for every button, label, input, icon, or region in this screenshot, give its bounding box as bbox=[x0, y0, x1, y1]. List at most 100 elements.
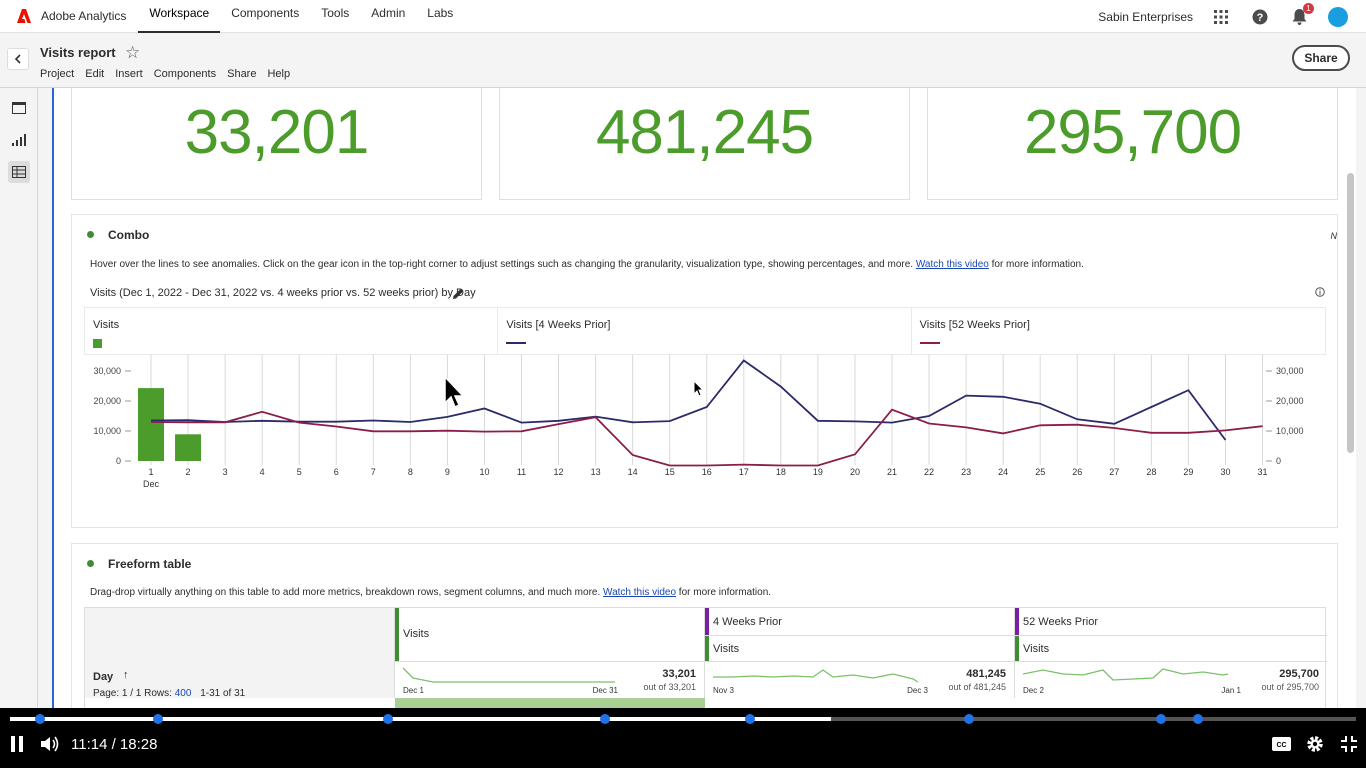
column-total: 481,245 bbox=[966, 668, 1006, 680]
top-right-controls: Sabin Enterprises ? 1 bbox=[1098, 0, 1366, 33]
share-button[interactable]: Share bbox=[1292, 45, 1350, 71]
kpi-value: 481,245 bbox=[595, 98, 814, 167]
chapter-marker[interactable] bbox=[383, 714, 393, 724]
sort-arrow-icon[interactable]: ↑ bbox=[123, 669, 129, 681]
nav-components[interactable]: Components bbox=[220, 0, 310, 33]
freeform-panel: Freeform table Drag-drop virtually anyth… bbox=[71, 543, 1338, 708]
legend-swatch bbox=[919, 342, 940, 344]
video-progress-fill bbox=[10, 717, 832, 721]
freeform-title[interactable]: Freeform table bbox=[108, 557, 191, 571]
app-grid-icon[interactable] bbox=[1211, 7, 1231, 27]
legend-item-52-weeks-prior[interactable]: Visits [52 Weeks Prior] bbox=[912, 308, 1325, 354]
x-tick-label: 17 bbox=[739, 467, 749, 477]
vertical-scrollbar[interactable] bbox=[1347, 173, 1354, 453]
x-tick-label: 27 bbox=[1109, 467, 1119, 477]
y-tick-label-left: 30,000 bbox=[93, 366, 121, 376]
project-title[interactable]: Visits report bbox=[40, 45, 116, 60]
fullscreen-exit-icon[interactable] bbox=[1340, 735, 1358, 753]
x-tick-label: 22 bbox=[924, 467, 934, 477]
menu-components[interactable]: Components bbox=[154, 68, 216, 80]
nav-labs[interactable]: Labs bbox=[416, 0, 464, 33]
app-name[interactable]: Adobe Analytics bbox=[41, 9, 126, 23]
x-tick-label: 12 bbox=[554, 467, 564, 477]
kpi-card[interactable]: 295,700 bbox=[927, 88, 1338, 200]
nav-tools[interactable]: Tools bbox=[310, 0, 360, 33]
kpi-value: 295,700 bbox=[1023, 98, 1242, 167]
edit-pencil-icon[interactable] bbox=[452, 287, 465, 300]
menu-edit[interactable]: Edit bbox=[85, 68, 104, 80]
top-nav: Adobe Analytics Workspace Components Too… bbox=[0, 0, 1366, 33]
row-dimension-label[interactable]: Day bbox=[93, 671, 113, 683]
nav-admin[interactable]: Admin bbox=[360, 0, 416, 33]
column-total: 295,700 bbox=[1279, 668, 1319, 680]
watch-video-link[interactable]: Watch this video bbox=[603, 587, 676, 598]
chapter-marker[interactable] bbox=[1156, 714, 1166, 724]
menu-share[interactable]: Share bbox=[227, 68, 256, 80]
chapter-marker[interactable] bbox=[1193, 714, 1203, 724]
nav-workspace[interactable]: Workspace bbox=[138, 0, 221, 33]
x-tick-label: 30 bbox=[1220, 467, 1230, 477]
menu-insert[interactable]: Insert bbox=[115, 68, 143, 80]
volume-icon[interactable] bbox=[40, 735, 60, 753]
chapter-marker[interactable] bbox=[745, 714, 755, 724]
kpi-card[interactable]: 33,201 bbox=[71, 88, 482, 200]
x-tick-label: 4 bbox=[260, 467, 265, 477]
mouse-cursor-icon bbox=[444, 376, 465, 409]
chart-legend: Visits Visits [4 Weeks Prior] Visits [52… bbox=[84, 307, 1326, 355]
kpi-card[interactable]: 481,245 bbox=[499, 88, 910, 200]
table-column[interactable]: 4 Weeks Prior Visits Nov 3 Dec 3 481,245… bbox=[705, 608, 1015, 698]
panel-status-dot bbox=[87, 560, 94, 567]
table-row-header-area: Day ↑ Page: 1 / 1 Rows: 400 1-31 of 31 bbox=[85, 608, 395, 699]
x-tick-label: 18 bbox=[776, 467, 786, 477]
chart-heading[interactable]: Visits (Dec 1, 2022 - Dec 31, 2022 vs. 4… bbox=[90, 287, 476, 299]
favorite-star-icon[interactable]: ☆ bbox=[125, 43, 140, 63]
adobe-logo-icon[interactable] bbox=[17, 9, 31, 23]
sparkline-end-date: Dec 31 bbox=[592, 686, 618, 695]
y-tick-label-right: 20,000 bbox=[1276, 396, 1304, 406]
y-tick-label-right: 30,000 bbox=[1276, 366, 1304, 376]
notifications-bell-icon[interactable]: 1 bbox=[1289, 2, 1314, 27]
user-avatar[interactable] bbox=[1328, 6, 1348, 27]
help-icon[interactable]: ? bbox=[1250, 7, 1270, 27]
chapter-marker[interactable] bbox=[600, 714, 610, 724]
x-tick-label: 24 bbox=[998, 467, 1008, 477]
legend-label: Visits [52 Weeks Prior] bbox=[919, 319, 1030, 331]
back-button[interactable] bbox=[7, 48, 29, 70]
chapter-marker[interactable] bbox=[153, 714, 163, 724]
x-tick-label: 25 bbox=[1035, 467, 1045, 477]
y-tick-label-left: 20,000 bbox=[93, 396, 121, 406]
chapter-marker[interactable] bbox=[964, 714, 974, 724]
project-menu: Project Edit Insert Components Share Hel… bbox=[40, 68, 301, 80]
menu-project[interactable]: Project bbox=[40, 68, 74, 80]
info-icon[interactable] bbox=[1315, 287, 1325, 297]
combo-title[interactable]: Combo bbox=[108, 228, 149, 242]
legend-item-visits[interactable]: Visits bbox=[85, 308, 499, 354]
legend-swatch bbox=[506, 342, 527, 344]
table-row[interactable] bbox=[395, 698, 705, 708]
x-tick-label: 6 bbox=[334, 467, 339, 477]
freeform-description: Drag-drop virtually anything on this tab… bbox=[90, 587, 771, 598]
table-column[interactable]: Visits Dec 1 Dec 31 33,201 out of 33,201 bbox=[395, 608, 705, 698]
menu-help[interactable]: Help bbox=[267, 68, 290, 80]
x-tick-label: 9 bbox=[445, 467, 450, 477]
pause-icon[interactable] bbox=[10, 735, 24, 753]
closed-captions-icon[interactable]: CC bbox=[1271, 735, 1291, 753]
sparkline-end-date: Dec 3 bbox=[907, 686, 928, 695]
org-switcher[interactable]: Sabin Enterprises bbox=[1098, 10, 1193, 24]
y-tick-label-right: 0 bbox=[1276, 456, 1281, 466]
table-column[interactable]: 52 Weeks Prior Visits Dec 2 Jan 1 295,70… bbox=[1015, 608, 1327, 698]
settings-gear-icon[interactable] bbox=[1305, 735, 1325, 753]
legend-item-4-weeks-prior[interactable]: Visits [4 Weeks Prior] bbox=[498, 308, 912, 354]
sparkline-start-date: Dec 1 bbox=[403, 686, 424, 695]
components-icon[interactable] bbox=[8, 161, 30, 183]
panel-corner-label: N bbox=[1330, 231, 1338, 241]
mouse-cursor-icon bbox=[693, 380, 705, 397]
panels-icon[interactable] bbox=[8, 97, 30, 119]
x-tick-label: 19 bbox=[813, 467, 823, 477]
combo-chart[interactable]: 30,000 30,00020,000 20,00010,000 10,0000 01 2… bbox=[84, 355, 1326, 515]
visualizations-icon[interactable] bbox=[8, 129, 30, 151]
chapter-marker[interactable] bbox=[35, 714, 45, 724]
watch-video-link[interactable]: Watch this video bbox=[916, 259, 989, 270]
column-metric-label: Visits bbox=[713, 643, 740, 655]
freeform-desc-text: Drag-drop virtually anything on this tab… bbox=[90, 587, 601, 598]
